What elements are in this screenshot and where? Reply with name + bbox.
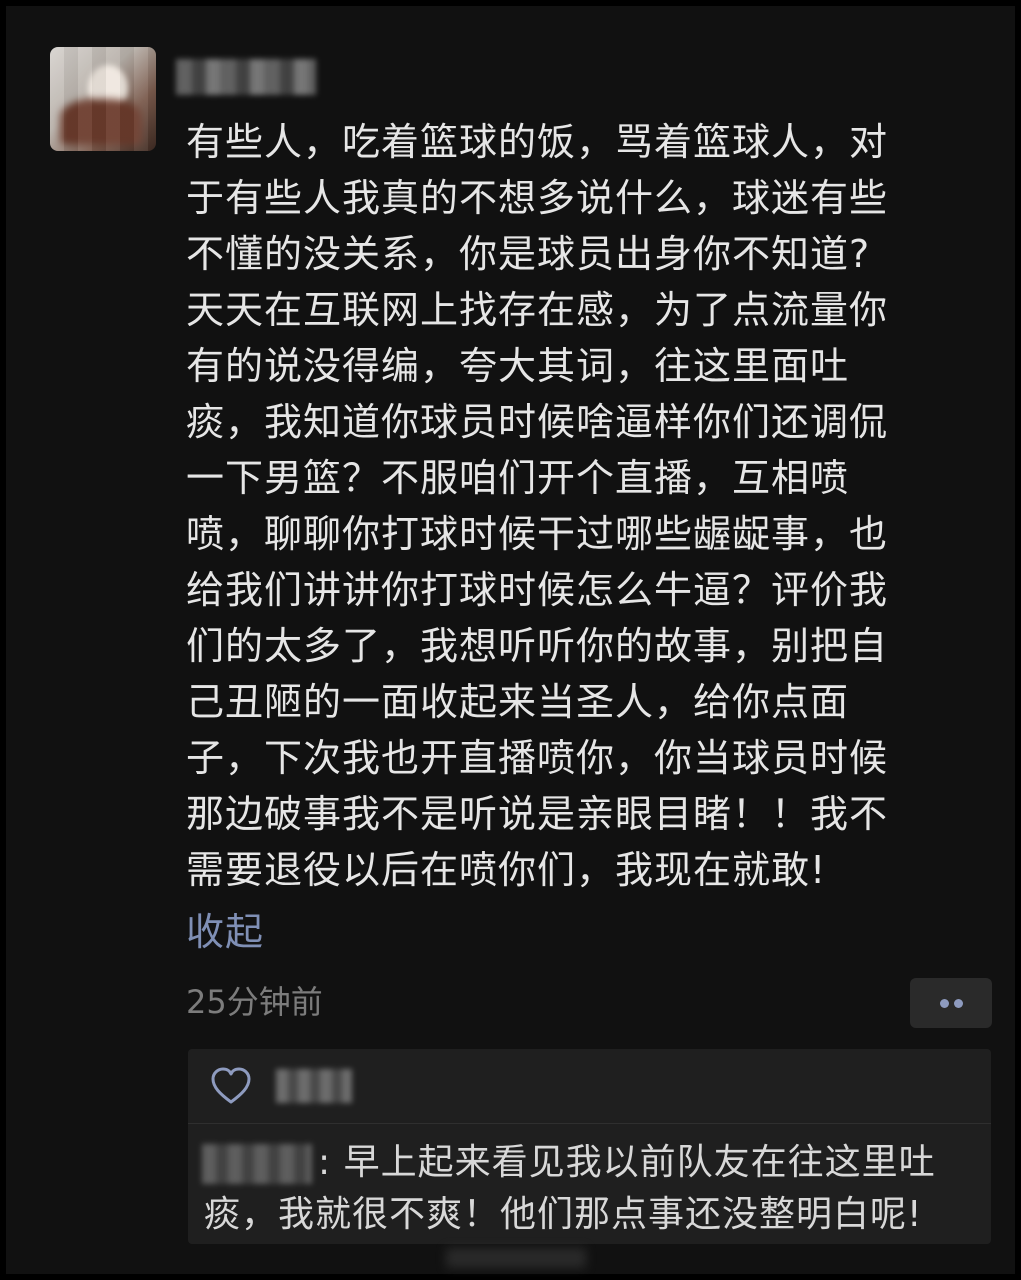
post-line: 痰，我知道你球员时候啥逼样你们还调侃 (186, 400, 889, 444)
more-dots-icon (940, 999, 949, 1008)
post-line: 有些人，吃着篮球的饭，骂着篮球人，对 (186, 120, 889, 164)
comment-line: : 早上起来看见我以前队友在往这里吐 (318, 1142, 936, 1183)
post-line: 有的说没得编，夸大其词，往这里面吐 (186, 344, 850, 388)
divider (188, 1123, 991, 1124)
post-line: 们的太多了，我想听听你的故事，别把自 (186, 624, 889, 668)
likes-row (188, 1049, 991, 1123)
heart-icon (211, 1067, 251, 1104)
post-body: 有些人，吃着篮球的饭，骂着篮球人，对 于有些人我真的不想多说什么，球迷有些 不懂… (186, 114, 976, 898)
post-line: 于有些人我真的不想多说什么，球迷有些 (186, 176, 889, 220)
post-line: 需要退役以后在喷你们，我现在就敢! (186, 848, 827, 892)
post-line: 喷，聊聊你打球时候干过哪些龌龊事，也 (186, 512, 889, 556)
post-line: 一下男篮？不服咱们开个直播，互相喷 (186, 456, 850, 500)
comment-line: 痰，我就很不爽！他们那点事还没整明白呢! (204, 1194, 923, 1235)
post-line: 那边破事我不是听说是亲眼目睹！！我不 (186, 792, 889, 836)
poster-name-blurred[interactable] (176, 59, 316, 95)
more-actions-button[interactable] (910, 978, 992, 1028)
post-line: 天天在互联网上找存在感，为了点流量你 (186, 288, 889, 332)
post-line: 子，下次我也开直播喷你，你当球员时候 (186, 736, 889, 780)
comment[interactable]: : 早上起来看见我以前队友在往这里吐 痰，我就很不爽！他们那点事还没整明白呢! (204, 1137, 984, 1241)
more-dots-icon (954, 999, 963, 1008)
collapse-link[interactable]: 收起 (186, 904, 264, 960)
moments-feed-page: 有些人，吃着篮球的饭，骂着篮球人，对 于有些人我真的不想多说什么，球迷有些 不懂… (6, 6, 1015, 1274)
post-timestamp: 25分钟前 (186, 983, 323, 1021)
post-line: 己丑陋的一面收起来当圣人，给你点面 (186, 680, 850, 724)
avatar-pixelation (50, 47, 156, 151)
post-line: 给我们讲讲你打球时候怎么牛逼？评价我 (186, 568, 889, 612)
avatar[interactable] (50, 47, 156, 151)
interaction-panel: : 早上起来看见我以前队友在往这里吐 痰，我就很不爽！他们那点事还没整明白呢! (188, 1049, 991, 1244)
liker-name-blurred[interactable] (276, 1069, 352, 1103)
post-line: 不懂的没关系，你是球员出身你不知道? (186, 232, 871, 276)
watermark-blurred (446, 1248, 586, 1268)
